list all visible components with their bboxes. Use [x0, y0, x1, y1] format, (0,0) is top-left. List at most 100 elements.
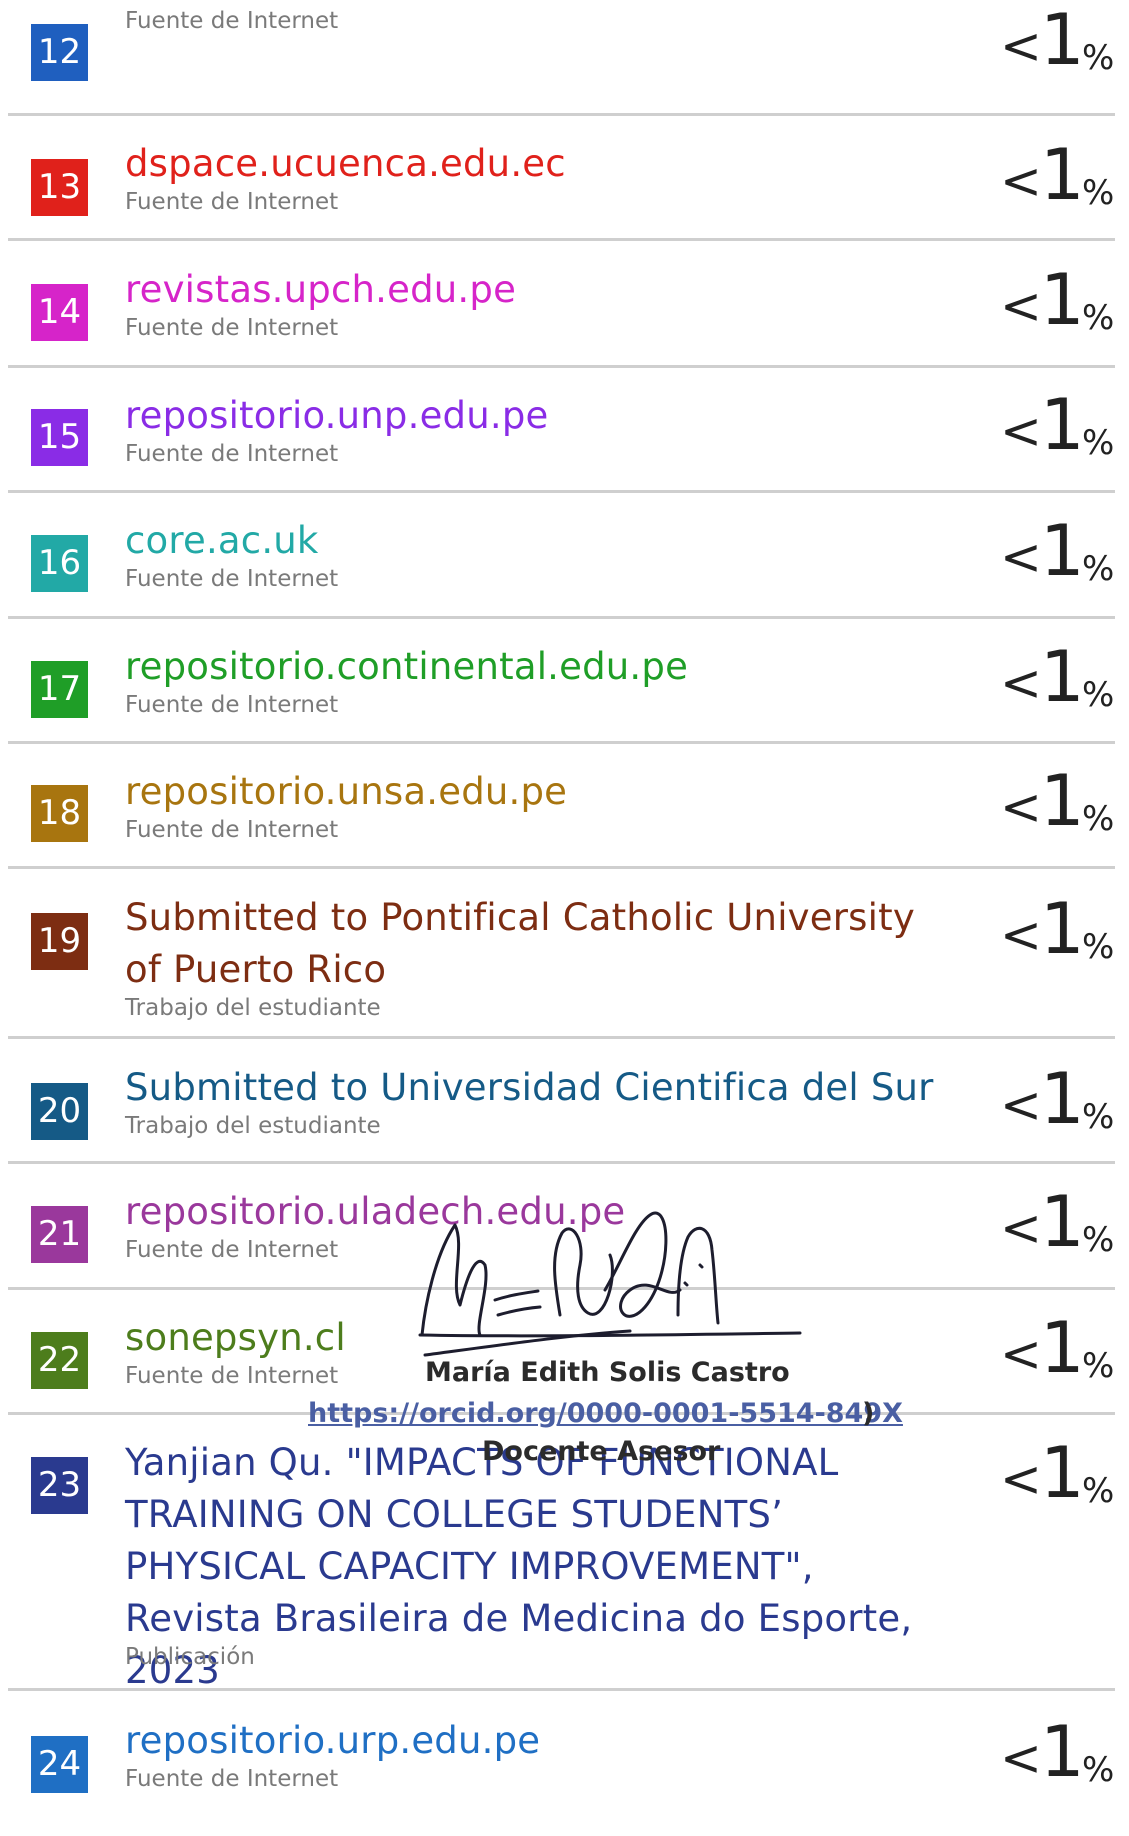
row-divider: [8, 1688, 1115, 1691]
source-type-label: Fuente de Internet: [125, 441, 339, 467]
match-percentage: <1%: [1000, 2, 1125, 92]
source-title-link[interactable]: repositorio.urp.edu.pe: [125, 1715, 955, 1767]
percentage-value: 1: [1040, 0, 1085, 81]
less-than-sign: <: [1000, 1729, 1042, 1787]
percent-sign: %: [1082, 173, 1115, 213]
source-type-label: Fuente de Internet: [125, 1363, 339, 1389]
less-than-sign: <: [1000, 654, 1042, 712]
percentage-value: 1: [1040, 1711, 1085, 1793]
less-than-sign: <: [1000, 528, 1042, 586]
percent-sign: %: [1082, 298, 1115, 338]
percentage-value: 1: [1040, 134, 1085, 216]
source-title-link[interactable]: core.ac.uk: [125, 515, 955, 567]
percent-sign: %: [1082, 423, 1115, 463]
source-type-label: Publicación: [125, 1644, 255, 1670]
source-title-link[interactable]: repositorio.unp.edu.pe: [125, 390, 955, 442]
signatory-role: Docente Asesor: [482, 1436, 721, 1467]
source-number-badge: 20: [31, 1083, 88, 1140]
less-than-sign: <: [1000, 1076, 1042, 1134]
source-title-link[interactable]: repositorio.continental.edu.pe: [125, 641, 955, 693]
source-number-badge: 22: [31, 1332, 88, 1389]
match-percentage: <1%: [1000, 1184, 1125, 1274]
less-than-sign: <: [1000, 1450, 1042, 1508]
source-type-label: Fuente de Internet: [125, 1766, 339, 1792]
source-title-link[interactable]: dspace.ucuenca.edu.ec: [125, 138, 955, 190]
match-percentage: <1%: [1000, 1435, 1125, 1525]
source-number-badge: 16: [31, 535, 88, 592]
source-title-link[interactable]: repositorio.unsa.edu.pe: [125, 766, 955, 818]
percent-sign: %: [1082, 799, 1115, 839]
match-percentage: <1%: [1000, 513, 1125, 603]
percent-sign: %: [1082, 1220, 1115, 1260]
percentage-value: 1: [1040, 510, 1085, 592]
row-divider: [8, 238, 1115, 241]
match-percentage: <1%: [1000, 1310, 1125, 1400]
source-number-badge: 24: [31, 1736, 88, 1793]
less-than-sign: <: [1000, 17, 1042, 75]
row-divider: [8, 490, 1115, 493]
match-percentage: <1%: [1000, 137, 1125, 227]
orcid-closing-paren: ): [862, 1398, 875, 1429]
source-type-label: Fuente de Internet: [125, 189, 339, 215]
percentage-value: 1: [1040, 259, 1085, 341]
percent-sign: %: [1082, 1471, 1115, 1511]
row-divider: [8, 741, 1115, 744]
source-type-label: Fuente de Internet: [125, 566, 339, 592]
source-title-link[interactable]: Submitted to Pontifical Catholic Univers…: [125, 892, 955, 996]
percentage-value: 1: [1040, 888, 1085, 970]
source-number-badge: 14: [31, 284, 88, 341]
match-percentage: <1%: [1000, 387, 1125, 477]
source-type-label: Fuente de Internet: [125, 692, 339, 718]
source-type-label: Trabajo del estudiante: [125, 995, 381, 1021]
percent-sign: %: [1082, 1750, 1115, 1790]
percentage-value: 1: [1040, 1181, 1085, 1263]
percentage-value: 1: [1040, 760, 1085, 842]
percent-sign: %: [1082, 1097, 1115, 1137]
handwritten-signature: [418, 1211, 802, 1357]
less-than-sign: <: [1000, 277, 1042, 335]
less-than-sign: <: [1000, 1199, 1042, 1257]
orcid-link[interactable]: https://orcid.org/0000-0001-5514-849X: [308, 1398, 903, 1429]
percent-sign: %: [1082, 927, 1115, 967]
source-number-badge: 12: [31, 24, 88, 81]
source-number-badge: 23: [31, 1457, 88, 1514]
source-title-link[interactable]: Submitted to Universidad Cientifica del …: [125, 1062, 955, 1114]
less-than-sign: <: [1000, 906, 1042, 964]
percentage-value: 1: [1040, 636, 1085, 718]
row-divider: [8, 1161, 1115, 1164]
match-percentage: <1%: [1000, 1714, 1125, 1804]
less-than-sign: <: [1000, 402, 1042, 460]
match-percentage: <1%: [1000, 262, 1125, 352]
source-type-label: Fuente de Internet: [125, 8, 339, 34]
match-percentage: <1%: [1000, 763, 1125, 853]
row-divider: [8, 616, 1115, 619]
less-than-sign: <: [1000, 1325, 1042, 1383]
row-divider: [8, 113, 1115, 116]
source-number-badge: 17: [31, 661, 88, 718]
source-type-label: Trabajo del estudiante: [125, 1113, 381, 1139]
percent-sign: %: [1082, 1346, 1115, 1386]
row-divider: [8, 365, 1115, 368]
less-than-sign: <: [1000, 778, 1042, 836]
source-type-label: Fuente de Internet: [125, 315, 339, 341]
source-type-label: Fuente de Internet: [125, 1237, 339, 1263]
percentage-value: 1: [1040, 1432, 1085, 1514]
match-percentage: <1%: [1000, 639, 1125, 729]
percent-sign: %: [1082, 549, 1115, 589]
less-than-sign: <: [1000, 152, 1042, 210]
percent-sign: %: [1082, 675, 1115, 715]
source-type-label: Fuente de Internet: [125, 817, 339, 843]
row-divider: [8, 1036, 1115, 1039]
source-number-badge: 15: [31, 409, 88, 466]
match-percentage: <1%: [1000, 891, 1125, 981]
signatory-name: María Edith Solis Castro: [425, 1357, 790, 1388]
source-number-badge: 18: [31, 785, 88, 842]
percentage-value: 1: [1040, 1058, 1085, 1140]
source-number-badge: 13: [31, 159, 88, 216]
source-title-link[interactable]: revistas.upch.edu.pe: [125, 264, 955, 316]
row-divider: [8, 866, 1115, 869]
percentage-value: 1: [1040, 1307, 1085, 1389]
percent-sign: %: [1082, 38, 1115, 78]
source-number-badge: 19: [31, 913, 88, 970]
source-number-badge: 21: [31, 1206, 88, 1263]
